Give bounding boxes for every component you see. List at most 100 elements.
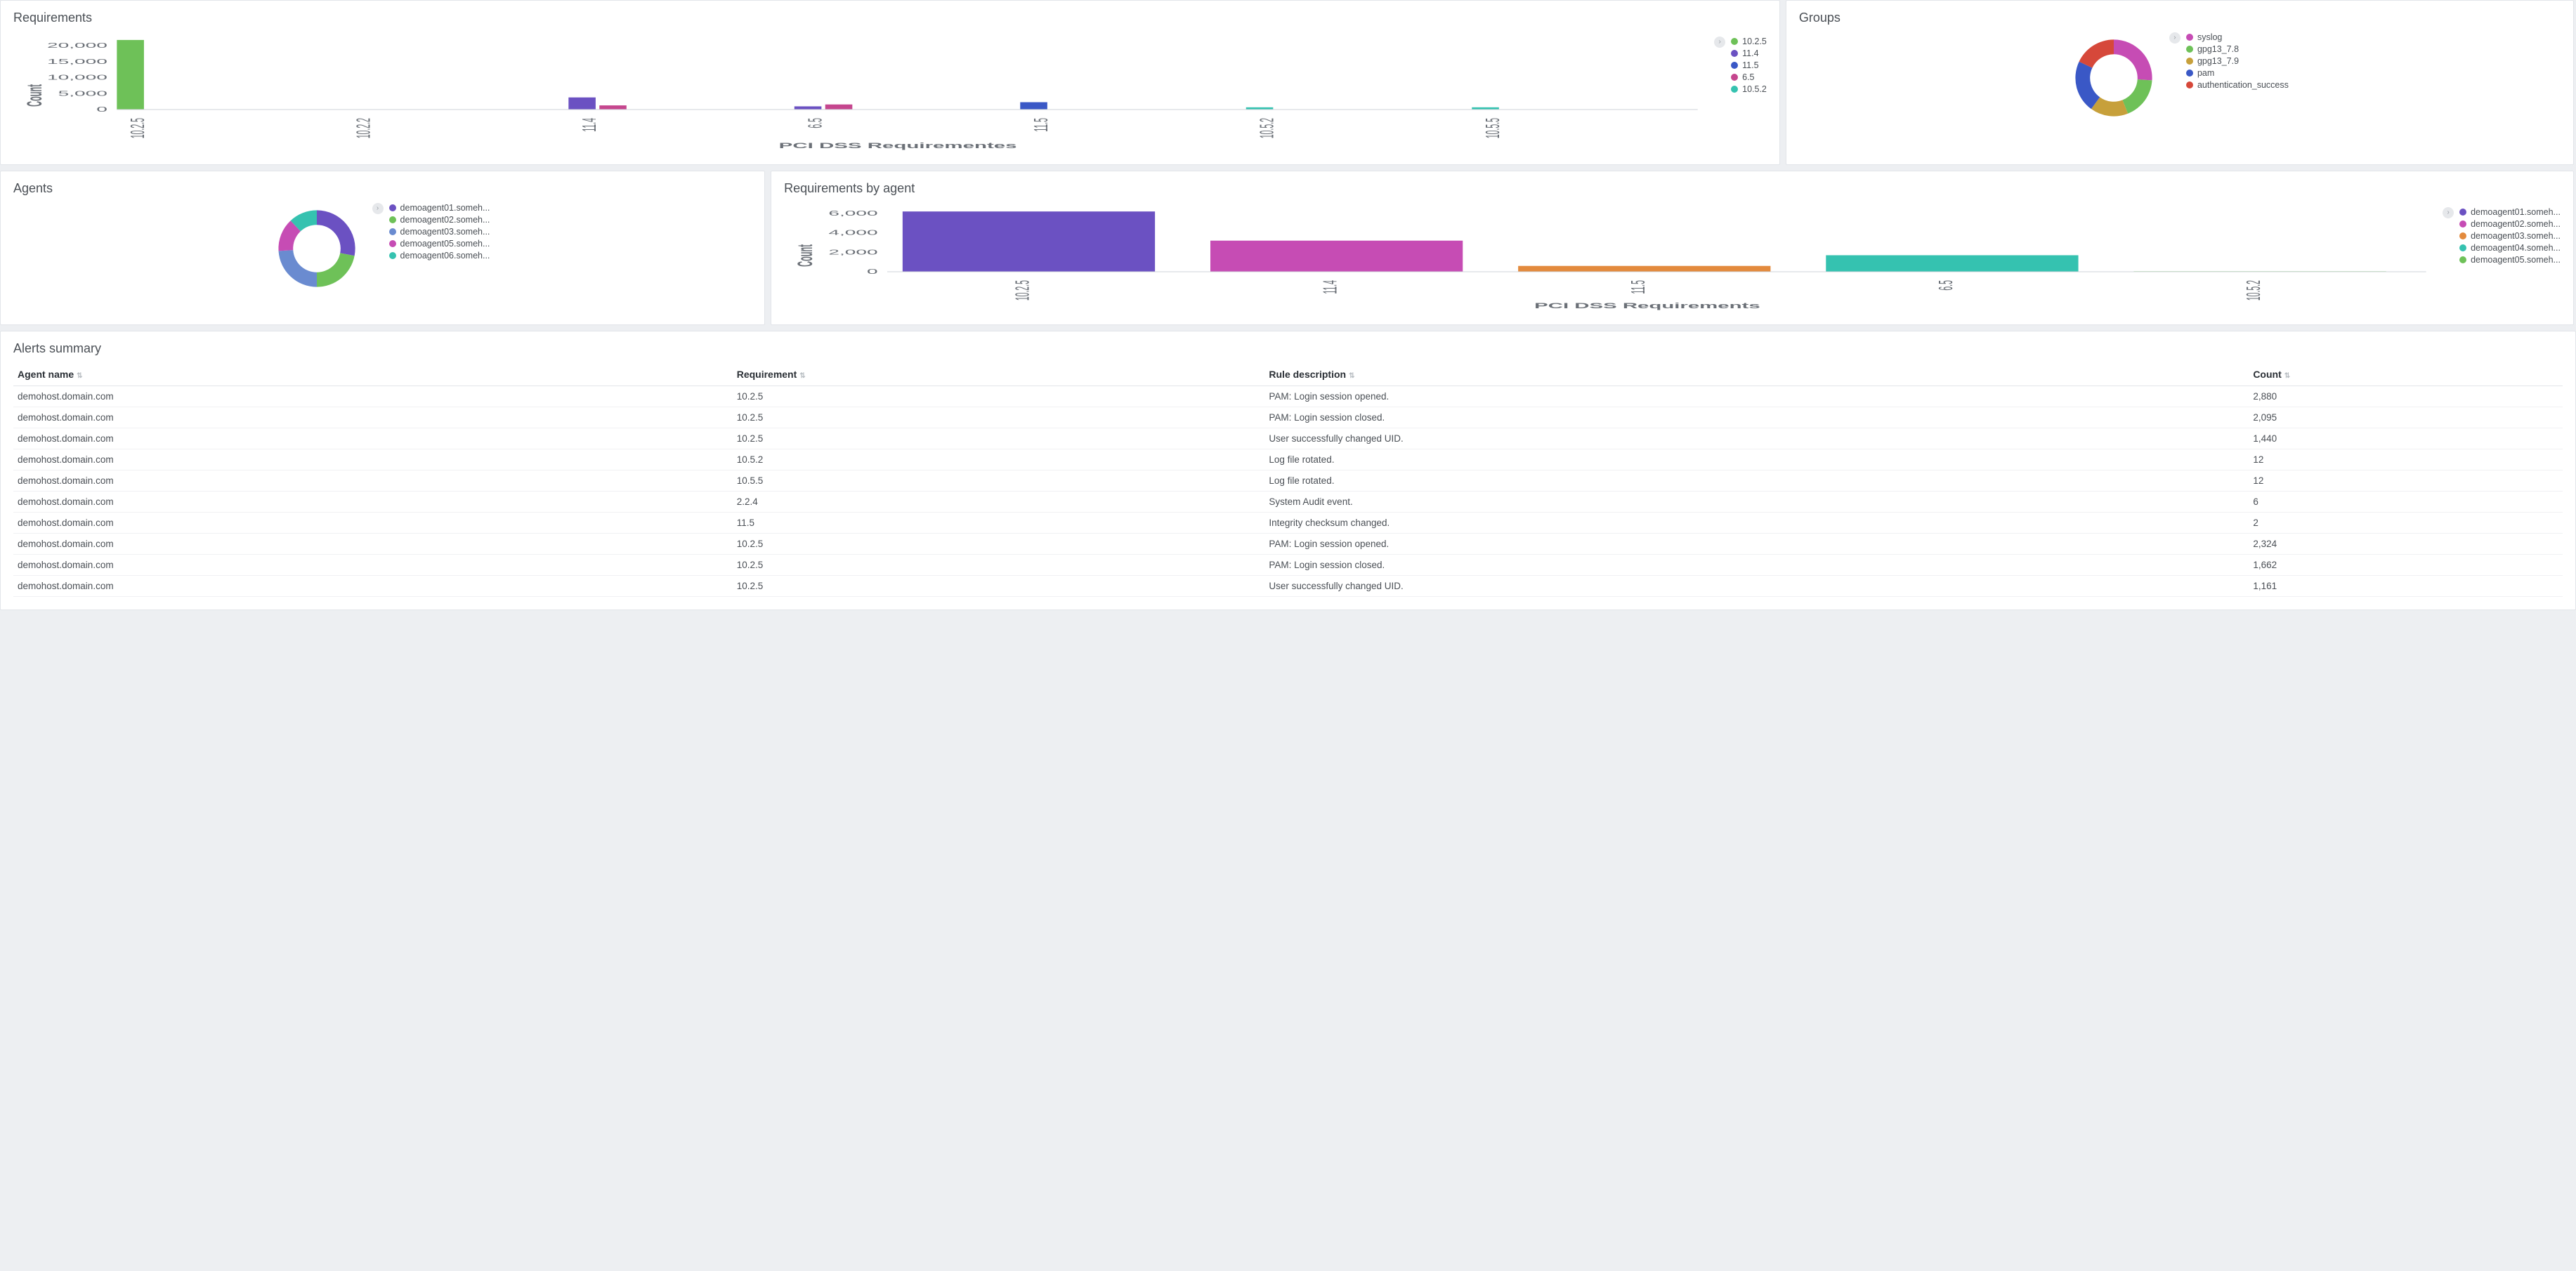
table-row[interactable]: demohost.domain.com10.2.5PAM: Login sess… bbox=[13, 407, 2563, 428]
table-cell: demohost.domain.com bbox=[13, 386, 733, 407]
table-cell: 12 bbox=[2249, 449, 2563, 470]
panel-title: Agents bbox=[13, 181, 752, 196]
table-cell: 2,324 bbox=[2249, 534, 2563, 555]
bar[interactable] bbox=[568, 98, 596, 110]
legend-item[interactable]: 6.5 bbox=[1731, 72, 1767, 82]
table-cell: 1,662 bbox=[2249, 555, 2563, 576]
table-row[interactable]: demohost.domain.com10.2.5PAM: Login sess… bbox=[13, 386, 2563, 407]
legend-item[interactable]: demoagent04.someh... bbox=[2459, 243, 2561, 253]
table-cell: demohost.domain.com bbox=[13, 492, 733, 513]
svg-text:20,000: 20,000 bbox=[47, 41, 107, 49]
legend-item[interactable]: demoagent03.someh... bbox=[389, 227, 495, 237]
legend-item[interactable]: 10.5.2 bbox=[1731, 84, 1767, 94]
donut-slice[interactable] bbox=[317, 210, 355, 256]
bar[interactable] bbox=[599, 105, 627, 110]
table-cell: User successfully changed UID. bbox=[1264, 428, 2249, 449]
sort-icon[interactable]: ⇅ bbox=[2284, 372, 2290, 380]
svg-text:10,000: 10,000 bbox=[47, 74, 107, 81]
bar[interactable] bbox=[903, 211, 1155, 272]
bar[interactable] bbox=[795, 106, 822, 110]
table-row[interactable]: demohost.domain.com2.2.4System Audit eve… bbox=[13, 492, 2563, 513]
donut-slice[interactable] bbox=[2079, 39, 2114, 67]
table-cell: 11.5 bbox=[733, 513, 1265, 534]
bar[interactable] bbox=[1020, 103, 1047, 110]
svg-text:6.5: 6.5 bbox=[805, 118, 826, 129]
legend-label: 10.5.2 bbox=[1742, 84, 1767, 94]
legend-item[interactable]: demoagent02.someh... bbox=[389, 215, 495, 225]
svg-text:5,000: 5,000 bbox=[58, 89, 107, 97]
table-row[interactable]: demohost.domain.com10.5.2Log file rotate… bbox=[13, 449, 2563, 470]
legend-label: syslog bbox=[2197, 32, 2222, 42]
bar[interactable] bbox=[825, 105, 853, 110]
legend-label: demoagent06.someh... bbox=[400, 251, 490, 261]
legend-label: demoagent05.someh... bbox=[2471, 255, 2561, 265]
legend-item[interactable]: 11.4 bbox=[1731, 48, 1767, 58]
legend-item[interactable]: demoagent03.someh... bbox=[2459, 231, 2561, 241]
donut-slice[interactable] bbox=[2075, 62, 2100, 109]
legend-item[interactable]: demoagent02.someh... bbox=[2459, 219, 2561, 229]
legend-label: 10.2.5 bbox=[1742, 37, 1767, 46]
legend-item[interactable]: authentication_success bbox=[2186, 80, 2291, 90]
sort-icon[interactable]: ⇅ bbox=[1349, 372, 1354, 380]
table-header[interactable]: Count⇅ bbox=[2249, 363, 2563, 386]
legend-label: 11.5 bbox=[1742, 60, 1758, 70]
table-header[interactable]: Agent name⇅ bbox=[13, 363, 733, 386]
req-by-agent-panel: Requirements by agent 02,0004,0006,00010… bbox=[771, 171, 2574, 325]
sort-icon[interactable]: ⇅ bbox=[799, 372, 805, 380]
expand-legend-icon[interactable]: › bbox=[1714, 37, 1725, 48]
table-cell: 1,161 bbox=[2249, 576, 2563, 597]
legend-dot-icon bbox=[2186, 81, 2193, 88]
donut-slice[interactable] bbox=[2114, 39, 2152, 80]
legend-item[interactable]: gpg13_7.8 bbox=[2186, 44, 2291, 54]
column-label: Agent name bbox=[18, 369, 74, 380]
table-row[interactable]: demohost.domain.com10.2.5PAM: Login sess… bbox=[13, 555, 2563, 576]
agents-panel: Agents › demoagent01.someh... demoagent02… bbox=[0, 171, 765, 325]
legend-item[interactable]: 11.5 bbox=[1731, 60, 1767, 70]
legend-item[interactable]: demoagent01.someh... bbox=[2459, 207, 2561, 217]
table-row[interactable]: demohost.domain.com10.2.5User successful… bbox=[13, 428, 2563, 449]
svg-text:2,000: 2,000 bbox=[829, 248, 878, 256]
svg-text:6.5: 6.5 bbox=[1935, 280, 1956, 291]
legend-label: pam bbox=[2197, 68, 2214, 78]
legend-item[interactable]: demoagent05.someh... bbox=[389, 239, 495, 249]
expand-legend-icon[interactable]: › bbox=[372, 203, 384, 214]
svg-text:11.5: 11.5 bbox=[1628, 280, 1649, 294]
legend-dot-icon bbox=[2186, 58, 2193, 65]
bar[interactable] bbox=[117, 40, 144, 110]
table-cell: demohost.domain.com bbox=[13, 428, 733, 449]
legend-dot-icon bbox=[2186, 46, 2193, 53]
table-header[interactable]: Rule description⇅ bbox=[1264, 363, 2249, 386]
donut-slice[interactable] bbox=[317, 253, 355, 287]
legend-label: 6.5 bbox=[1742, 72, 1754, 82]
table-row[interactable]: demohost.domain.com11.5Integrity checksu… bbox=[13, 513, 2563, 534]
legend-dot-icon bbox=[2459, 220, 2466, 228]
bar[interactable] bbox=[1826, 255, 2078, 272]
table-row[interactable]: demohost.domain.com10.2.5PAM: Login sess… bbox=[13, 534, 2563, 555]
legend-item[interactable]: demoagent01.someh... bbox=[389, 203, 495, 213]
legend-item[interactable]: demoagent05.someh... bbox=[2459, 255, 2561, 265]
expand-legend-icon[interactable]: › bbox=[2443, 207, 2454, 218]
column-label: Rule description bbox=[1269, 369, 1346, 380]
legend-item[interactable]: gpg13_7.9 bbox=[2186, 56, 2291, 66]
legend-item[interactable]: demoagent06.someh... bbox=[389, 251, 495, 261]
legend-dot-icon bbox=[2459, 256, 2466, 263]
table-row[interactable]: demohost.domain.com10.2.5User successful… bbox=[13, 576, 2563, 597]
table-cell: demohost.domain.com bbox=[13, 513, 733, 534]
legend-item[interactable]: 10.2.5 bbox=[1731, 37, 1767, 46]
donut-slice[interactable] bbox=[2122, 79, 2152, 114]
legend-item[interactable]: syslog bbox=[2186, 32, 2291, 42]
expand-legend-icon[interactable]: › bbox=[2169, 32, 2181, 44]
x-axis-label: PCI DSS Requirementes bbox=[779, 141, 1017, 150]
legend-item[interactable]: pam bbox=[2186, 68, 2291, 78]
table-header[interactable]: Requirement⇅ bbox=[733, 363, 1265, 386]
bar[interactable] bbox=[1210, 241, 1463, 272]
table-cell: Log file rotated. bbox=[1264, 470, 2249, 492]
table-row[interactable]: demohost.domain.com10.5.5Log file rotate… bbox=[13, 470, 2563, 492]
svg-text:0: 0 bbox=[867, 268, 878, 275]
donut-slice[interactable] bbox=[278, 250, 316, 287]
table-cell: demohost.domain.com bbox=[13, 576, 733, 597]
groups-panel: Groups › sysloggpg13_7.8gpg13_7.9pamauth… bbox=[1786, 0, 2574, 165]
sort-icon[interactable]: ⇅ bbox=[77, 372, 82, 380]
table-cell: 10.2.5 bbox=[733, 386, 1265, 407]
bar[interactable] bbox=[1518, 266, 1770, 272]
